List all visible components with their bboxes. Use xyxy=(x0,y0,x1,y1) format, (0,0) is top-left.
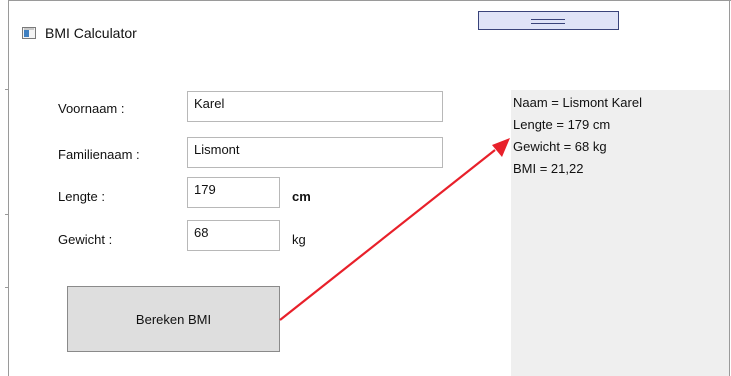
splitter-handle[interactable] xyxy=(478,11,619,30)
weight-input[interactable]: 68 xyxy=(187,220,280,251)
result-height-line: Lengte = 179 cm xyxy=(513,117,611,132)
window-border-right xyxy=(729,0,730,376)
height-input[interactable]: 179 xyxy=(187,177,280,208)
weight-unit: kg xyxy=(292,232,306,247)
first-name-input[interactable]: Karel xyxy=(187,91,443,122)
first-name-label: Voornaam : xyxy=(58,101,125,116)
last-name-label: Familienaam : xyxy=(58,147,140,162)
result-name-line: Naam = Lismont Karel xyxy=(513,95,642,110)
arrow-head-icon xyxy=(492,138,510,157)
height-label: Lengte : xyxy=(58,189,105,204)
window-border-left xyxy=(8,0,9,376)
calculate-bmi-button[interactable]: Bereken BMI xyxy=(67,286,280,352)
window-title: BMI Calculator xyxy=(45,25,137,41)
weight-label: Gewicht : xyxy=(58,232,113,247)
result-panel xyxy=(511,90,729,376)
last-name-input[interactable]: Lismont xyxy=(187,137,443,168)
result-weight-line: Gewicht = 68 kg xyxy=(513,139,607,154)
app-window-icon xyxy=(22,27,36,39)
grip-lines-icon xyxy=(531,19,565,24)
window-border-top xyxy=(8,0,731,1)
arrow-line xyxy=(279,149,496,321)
result-bmi-line: BMI = 21,22 xyxy=(513,161,584,176)
screenshot-stage: BMI Calculator Voornaam : Karel Familien… xyxy=(0,0,731,376)
height-unit: cm xyxy=(292,189,311,204)
